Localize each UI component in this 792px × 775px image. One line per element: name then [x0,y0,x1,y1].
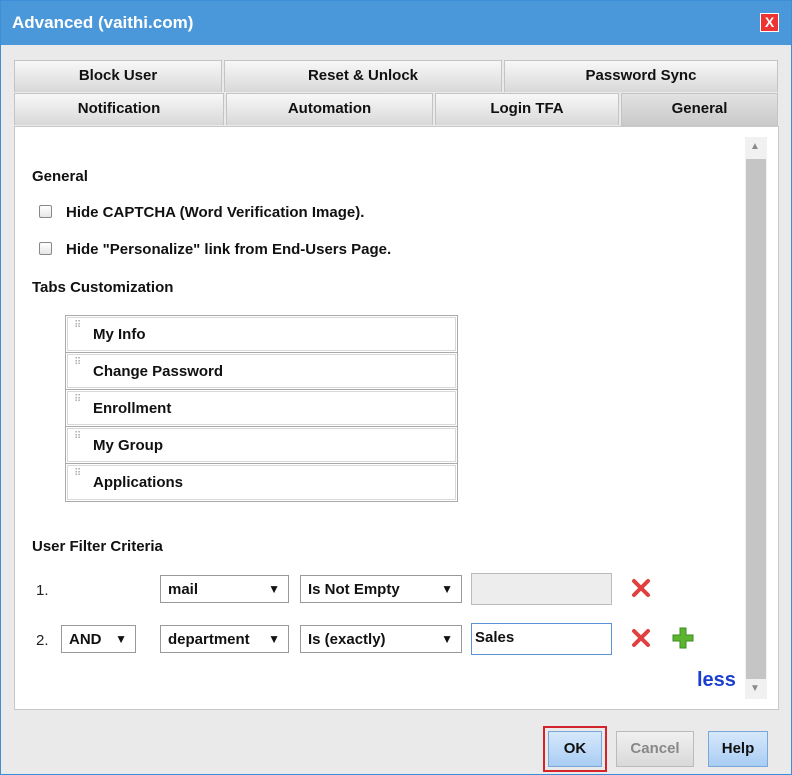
dropdown-arrow-icon: ▼ [441,632,453,646]
hide-captcha-label: Hide CAPTCHA (Word Verification Image). [66,204,365,221]
title-bar: Advanced (vaithi.com) X [1,1,791,45]
select-value: Is (exactly) [308,631,386,648]
drag-handle-icon[interactable]: ⠿ [74,395,82,411]
tab-order-item-my-info[interactable]: ⠿ My Info [66,316,457,353]
help-button[interactable]: Help [708,731,768,767]
tab-general[interactable]: General [621,93,778,126]
tab-reset-unlock[interactable]: Reset & Unlock [224,60,502,92]
dropdown-arrow-icon: ▼ [268,582,280,596]
tab-order-item-change-password[interactable]: ⠿ Change Password [66,353,457,390]
filter-connector-select[interactable]: AND ▼ [61,625,136,653]
drag-handle-icon[interactable]: ⠿ [74,321,82,337]
scrollbar-thumb[interactable] [746,159,766,679]
less-link[interactable]: less [697,669,736,692]
tab-order-label: Applications [93,474,184,491]
tab-order-item-applications[interactable]: ⠿ Applications [66,464,457,501]
drag-handle-icon[interactable]: ⠿ [74,358,82,374]
ok-button[interactable]: OK [543,726,607,772]
filter-attribute-select[interactable]: department ▼ [160,625,289,653]
filter-value-input[interactable]: Sales [471,623,612,655]
hide-personalize-label: Hide "Personalize" link from End-Users P… [66,241,392,258]
tab-block-user[interactable]: Block User [14,60,222,92]
tab-notification[interactable]: Notification [14,93,224,125]
filter-condition-select[interactable]: Is Not Empty ▼ [300,575,462,603]
user-filter-title: User Filter Criteria [32,538,163,555]
scroll-down-icon[interactable]: ▼ [750,683,760,694]
tabs-order-list: ⠿ My Info ⠿ Change Password ⠿ Enrollment… [65,315,458,502]
select-value: department [168,631,250,648]
tab-password-sync[interactable]: Password Sync [504,60,778,92]
vertical-scrollbar[interactable]: ▲ ▼ [745,137,767,699]
filter-attribute-select[interactable]: mail ▼ [160,575,289,603]
delete-icon[interactable] [629,576,653,600]
delete-icon[interactable] [629,626,653,650]
tabs-customization-title: Tabs Customization [32,279,174,296]
add-icon[interactable] [671,626,695,650]
advanced-dialog: Advanced (vaithi.com) X Block User Reset… [0,0,792,775]
tab-order-label: My Info [93,326,146,343]
scroll-up-icon[interactable]: ▲ [750,141,760,152]
drag-handle-icon[interactable]: ⠿ [74,469,82,485]
general-section-title: General [32,168,88,185]
dropdown-arrow-icon: ▼ [268,632,280,646]
filter-value-input [471,573,612,605]
tab-login-tfa[interactable]: Login TFA [435,93,619,125]
close-icon[interactable]: X [760,13,779,32]
select-value: mail [168,581,199,598]
select-value: AND [69,631,102,648]
filter-condition-select[interactable]: Is (exactly) ▼ [300,625,462,653]
tab-order-label: Change Password [93,363,224,380]
hide-captcha-checkbox[interactable] [39,205,52,218]
tab-order-label: My Group [93,437,163,454]
tab-order-item-enrollment[interactable]: ⠿ Enrollment [66,390,457,427]
general-panel: General Hide CAPTCHA (Word Verification … [14,126,779,710]
select-value: Is Not Empty [308,581,400,598]
dropdown-arrow-icon: ▼ [115,632,127,646]
filter-row-number: 2. [36,632,49,649]
tab-automation[interactable]: Automation [226,93,433,125]
dialog-title: Advanced (vaithi.com) [12,13,194,32]
dropdown-arrow-icon: ▼ [441,582,453,596]
drag-handle-icon[interactable]: ⠿ [74,432,82,448]
filter-row-number: 1. [36,582,49,599]
cancel-button[interactable]: Cancel [616,731,694,767]
tab-order-label: Enrollment [93,400,172,417]
hide-personalize-checkbox[interactable] [39,242,52,255]
tab-order-item-my-group[interactable]: ⠿ My Group [66,427,457,464]
